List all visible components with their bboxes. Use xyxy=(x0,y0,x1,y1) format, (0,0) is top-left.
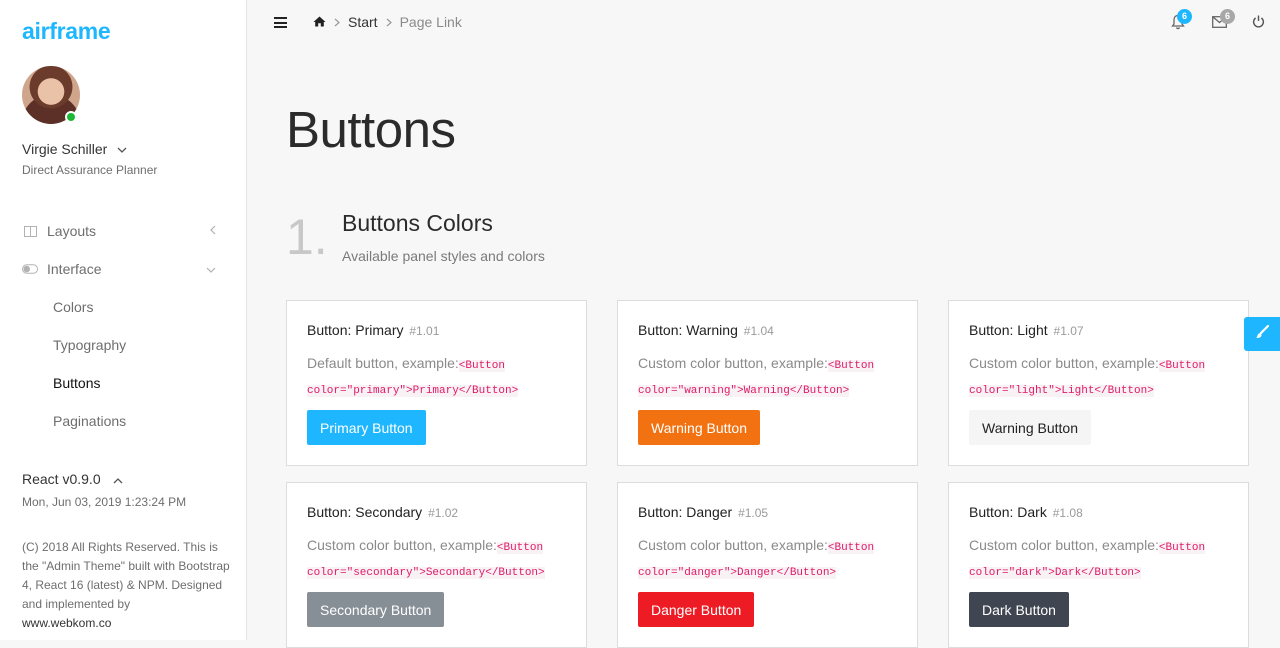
power-icon xyxy=(1252,15,1265,32)
card-description-text: Custom color button, example: xyxy=(638,537,828,553)
chevron-up-icon xyxy=(113,476,123,487)
chevron-right-icon xyxy=(334,15,340,30)
sidebar-nav: Layouts Interface Colors Typography Butt… xyxy=(0,212,246,440)
user-role: Direct Assurance Planner xyxy=(22,163,158,177)
theme-customizer-button[interactable] xyxy=(1244,317,1280,351)
card-description-text: Custom color button, example: xyxy=(969,355,1159,371)
card-title-text: Button: Danger xyxy=(638,504,733,520)
copyright-body: (C) 2018 All Rights Reserved. This is th… xyxy=(22,540,230,611)
light-button[interactable]: Warning Button xyxy=(969,410,1091,445)
card-code: #1.08 xyxy=(1052,506,1083,520)
user-menu-toggle[interactable]: Virgie Schiller xyxy=(22,141,127,157)
user-name: Virgie Schiller xyxy=(22,141,108,157)
toggle-icon xyxy=(22,264,38,274)
card-title-text: Button: Light xyxy=(969,322,1048,338)
card-secondary: Button: Secondary #1.02 Custom color but… xyxy=(286,482,587,648)
card-title-text: Button: Dark xyxy=(969,504,1047,520)
version-toggle[interactable]: React v0.9.0 xyxy=(22,471,123,487)
card-primary: Button: Primary #1.01 Default button, ex… xyxy=(286,300,587,466)
card-title: Button: Warning #1.04 xyxy=(638,322,897,338)
sidebar-item-label: Layouts xyxy=(47,223,97,239)
online-status-indicator xyxy=(65,111,77,123)
topbar: Start Page Link 6 6 xyxy=(247,0,1280,46)
card-code: #1.01 xyxy=(409,324,440,338)
section-title: Buttons Colors xyxy=(342,210,493,236)
section-subtitle: Available panel styles and colors xyxy=(342,248,545,264)
power-button[interactable] xyxy=(1252,15,1265,33)
card-title: Button: Light #1.07 xyxy=(969,322,1228,338)
brand-logo[interactable]: airframe xyxy=(22,18,111,45)
card-description: Custom color button, example:<Button col… xyxy=(638,534,897,584)
sidebar-item-interface[interactable]: Interface xyxy=(0,250,246,288)
card-description: Custom color button, example:<Button col… xyxy=(969,352,1228,402)
chevron-down-icon xyxy=(117,146,127,157)
sidebar-item-layouts[interactable]: Layouts xyxy=(0,212,246,250)
card-title: Button: Primary #1.01 xyxy=(307,322,566,338)
breadcrumb-start[interactable]: Start xyxy=(348,14,378,30)
paint-brush-icon xyxy=(1255,324,1270,344)
sidebar: airframe Virgie Schiller Direct Assuranc… xyxy=(0,0,247,640)
chevron-left-icon xyxy=(210,224,216,238)
card-description-text: Default button, example: xyxy=(307,355,459,371)
sidebar-item-paginations[interactable]: Paginations xyxy=(0,402,246,440)
sidebar-item-buttons[interactable]: Buttons xyxy=(0,364,246,402)
card-code: #1.04 xyxy=(743,324,774,338)
card-title: Button: Dark #1.08 xyxy=(969,504,1228,520)
sidebar-item-label: Interface xyxy=(47,261,102,277)
card-description: Custom color button, example:<Button col… xyxy=(969,534,1228,584)
sidebar-item-colors[interactable]: Colors xyxy=(0,288,246,326)
card-light: Button: Light #1.07 Custom color button,… xyxy=(948,300,1249,466)
author-link[interactable]: www.webkom.co xyxy=(22,614,232,633)
version-label: React v0.9.0 xyxy=(22,471,101,487)
card-dark: Button: Dark #1.08 Custom color button, … xyxy=(948,482,1249,648)
notifications-badge: 6 xyxy=(1177,9,1192,24)
danger-button[interactable]: Danger Button xyxy=(638,592,755,627)
card-code: #1.02 xyxy=(428,506,459,520)
warning-button[interactable]: Warning Button xyxy=(638,410,760,445)
card-title: Button: Secondary #1.02 xyxy=(307,504,566,520)
dark-button[interactable]: Dark Button xyxy=(969,592,1069,627)
breadcrumb-current: Page Link xyxy=(399,14,462,30)
card-title: Button: Danger #1.05 xyxy=(638,504,897,520)
card-title-text: Button: Primary xyxy=(307,322,404,338)
section-number: 1. xyxy=(286,209,328,265)
card-warning: Button: Warning #1.04 Custom color butto… xyxy=(617,300,918,466)
breadcrumb: Start Page Link xyxy=(313,14,462,30)
page-title: Buttons xyxy=(286,101,456,158)
card-danger: Button: Danger #1.05 Custom color button… xyxy=(617,482,918,648)
primary-button[interactable]: Primary Button xyxy=(307,410,426,445)
card-title-text: Button: Warning xyxy=(638,322,738,338)
card-description-text: Custom color button, example: xyxy=(307,537,497,553)
secondary-button[interactable]: Secondary Button xyxy=(307,592,445,627)
chevron-down-icon xyxy=(206,262,216,276)
card-description: Custom color button, example:<Button col… xyxy=(307,534,566,584)
columns-icon xyxy=(22,225,38,237)
card-description-text: Custom color button, example: xyxy=(969,537,1159,553)
chevron-right-icon xyxy=(386,15,392,30)
sidebar-item-typography[interactable]: Typography xyxy=(0,326,246,364)
copyright-text: (C) 2018 All Rights Reserved. This is th… xyxy=(22,538,232,633)
card-description: Custom color button, example:<Button col… xyxy=(638,352,897,402)
card-title-text: Button: Secondary xyxy=(307,504,423,520)
notifications-button[interactable]: 6 xyxy=(1171,9,1192,35)
card-description-text: Custom color button, example: xyxy=(638,355,828,371)
card-code: #1.05 xyxy=(738,506,769,520)
menu-toggle-icon[interactable] xyxy=(274,17,287,28)
messages-button[interactable]: 6 xyxy=(1212,9,1235,33)
card-code: #1.07 xyxy=(1053,324,1084,338)
card-description: Default button, example:<Button color="p… xyxy=(307,352,566,402)
messages-badge: 6 xyxy=(1220,9,1235,24)
home-icon[interactable] xyxy=(313,14,326,30)
build-datetime: Mon, Jun 03, 2019 1:23:24 PM xyxy=(22,495,187,509)
